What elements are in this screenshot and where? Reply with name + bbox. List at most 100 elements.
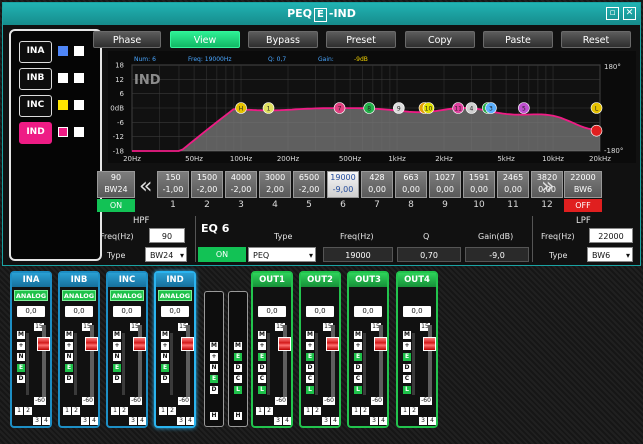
strip-button-d[interactable]: D [113, 375, 121, 383]
strip-button-m[interactable]: M [17, 331, 25, 339]
fader-knob[interactable] [181, 337, 194, 351]
fader-knob[interactable] [85, 337, 98, 351]
channel-color-swatch[interactable] [58, 73, 68, 83]
strip-route-2[interactable]: 2 [265, 407, 273, 415]
strip-route-2[interactable]: 2 [24, 407, 32, 415]
strip-button-plus[interactable]: + [258, 342, 266, 350]
strip-gain-value[interactable]: 0,0 [306, 306, 334, 317]
strip-route-3[interactable]: 3 [322, 417, 330, 425]
strip-button-e[interactable]: E [258, 353, 266, 361]
strip-route-2[interactable]: 2 [361, 407, 369, 415]
strip-route-4[interactable]: 4 [138, 417, 146, 425]
band-cell-3[interactable]: 4000 -2,00 [225, 171, 257, 198]
strip-name[interactable]: INC [108, 273, 146, 287]
strip-button-m[interactable]: M [258, 331, 266, 339]
band-cell-10[interactable]: 1591 0,00 [463, 171, 495, 198]
strip-route-1[interactable]: 1 [15, 407, 23, 415]
eq-type-select[interactable]: PEQ ▾ [248, 247, 316, 262]
route-button-plus[interactable]: + [210, 353, 218, 361]
strip-button-e[interactable]: E [403, 353, 411, 361]
eq-graph[interactable]: 18 12 6 0dB -6 -12 -18 20Hz 50Hz 100Hz 200Hz 500Hz 1… [108, 51, 636, 163]
strip-source-badge[interactable]: ANALOG [158, 290, 192, 301]
strip-source-badge[interactable]: ANALOG [14, 290, 48, 301]
lpf-freq-input[interactable]: 22000 [589, 228, 633, 243]
strip-route-4[interactable]: 4 [186, 417, 194, 425]
strip-button-d[interactable]: D [65, 375, 73, 383]
fader-track[interactable] [379, 325, 383, 397]
channel-color-swatch[interactable] [58, 127, 68, 137]
strip-button-m[interactable]: M [113, 331, 121, 339]
strip-button-d[interactable]: D [258, 364, 266, 372]
strip-gain-value[interactable]: 0,0 [258, 306, 286, 317]
strip-name[interactable]: OUT2 [301, 273, 339, 287]
route-button-d[interactable]: D [234, 364, 242, 372]
channel-color-swatch[interactable] [58, 46, 68, 56]
strip-button-n[interactable]: N [161, 353, 169, 361]
lpf-type-select[interactable]: BW6 ▾ [587, 247, 633, 262]
strip-button-plus[interactable]: + [354, 342, 362, 350]
band-cell-2[interactable]: 1500 -2,00 [191, 171, 223, 198]
strip-button-e[interactable]: E [354, 353, 362, 361]
strip-button-d[interactable]: D [161, 375, 169, 383]
route-footer-button[interactable]: H [234, 412, 242, 420]
strip-route-1[interactable]: 1 [352, 407, 360, 415]
view-button[interactable]: View [170, 31, 240, 48]
strip-gain-value[interactable]: 0,0 [113, 306, 141, 317]
fader-knob[interactable] [374, 337, 387, 351]
strip-button-l[interactable]: L [403, 386, 411, 394]
fader-track[interactable] [283, 325, 287, 397]
channel-button-inc[interactable]: INC [19, 95, 52, 117]
fader-knob[interactable] [278, 337, 291, 351]
strip-button-m[interactable]: M [65, 331, 73, 339]
eq-state-button[interactable]: ON [198, 247, 246, 262]
strip-button-m[interactable]: M [306, 331, 314, 339]
band-cell-1[interactable]: 150 -1,00 [157, 171, 189, 198]
paste-button[interactable]: Paste [483, 31, 553, 48]
band-cell-5[interactable]: 6500 -2,00 [293, 171, 325, 198]
strip-button-d[interactable]: D [403, 364, 411, 372]
lp-end-cell[interactable]: 22000 BW6 [564, 171, 602, 198]
channel-button-ina[interactable]: INA [19, 41, 52, 63]
strip-button-plus[interactable]: + [403, 342, 411, 350]
hpf-freq-input[interactable]: 90 [149, 228, 185, 243]
strip-name[interactable]: IND [156, 273, 194, 287]
route-button-e[interactable]: E [234, 353, 242, 361]
strip-button-m[interactable]: M [161, 331, 169, 339]
strip-route-1[interactable]: 1 [304, 407, 312, 415]
band-cell-8[interactable]: 663 0,00 [395, 171, 427, 198]
strip-name[interactable]: OUT1 [253, 273, 291, 287]
strip-gain-value[interactable]: 0,0 [65, 306, 93, 317]
route-button-m[interactable]: M [210, 342, 218, 350]
strip-route-3[interactable]: 3 [274, 417, 282, 425]
strip-button-l[interactable]: L [306, 386, 314, 394]
channel-link-swatch[interactable] [74, 73, 84, 83]
strip-route-3[interactable]: 3 [370, 417, 378, 425]
route-button-d[interactable]: D [210, 386, 218, 394]
preset-button[interactable]: Preset [326, 31, 396, 48]
route-button-n[interactable]: N [210, 364, 218, 372]
channel-color-swatch[interactable] [58, 100, 68, 110]
strip-route-1[interactable]: 1 [401, 407, 409, 415]
strip-button-n[interactable]: N [65, 353, 73, 361]
eq-freq-input[interactable]: 19000 [323, 247, 393, 262]
strip-button-e[interactable]: E [65, 364, 73, 372]
next-band-button[interactable]: » [541, 176, 554, 198]
eq-q-input[interactable]: 0,70 [397, 247, 461, 262]
strip-button-l[interactable]: L [354, 386, 362, 394]
strip-button-c[interactable]: C [354, 375, 362, 383]
strip-button-e[interactable]: E [306, 353, 314, 361]
band-cell-9[interactable]: 1027 0,00 [429, 171, 461, 198]
strip-route-4[interactable]: 4 [283, 417, 291, 425]
strip-button-e[interactable]: E [113, 364, 121, 372]
strip-button-d[interactable]: D [306, 364, 314, 372]
strip-gain-value[interactable]: 0,0 [354, 306, 382, 317]
strip-gain-value[interactable]: 0,0 [161, 306, 189, 317]
strip-route-1[interactable]: 1 [111, 407, 119, 415]
strip-button-m[interactable]: M [354, 331, 362, 339]
strip-name[interactable]: OUT4 [398, 273, 436, 287]
channel-link-swatch[interactable] [74, 100, 84, 110]
channel-link-swatch[interactable] [74, 127, 84, 137]
bypass-button[interactable]: Bypass [248, 31, 318, 48]
strip-gain-value[interactable]: 0,0 [403, 306, 431, 317]
channel-link-swatch[interactable] [74, 46, 84, 56]
